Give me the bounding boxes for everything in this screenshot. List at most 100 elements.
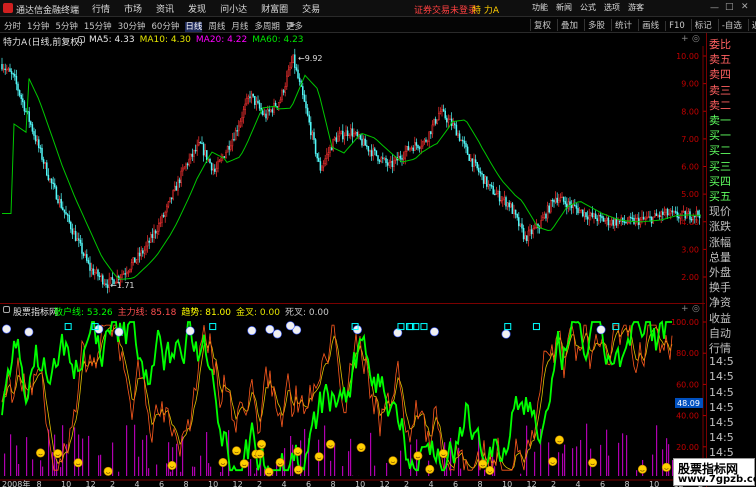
price-tick-label: 5.00	[681, 190, 699, 199]
candle-body	[97, 269, 99, 277]
smiley-icon	[185, 326, 195, 336]
candle-body	[554, 197, 557, 203]
smiley-icon	[661, 462, 671, 472]
indicator-bar	[148, 468, 150, 476]
candle-body	[526, 235, 528, 241]
candle-body	[614, 219, 616, 226]
candle-body	[70, 221, 72, 230]
candle-body	[366, 145, 368, 147]
candle-body	[622, 217, 624, 223]
ma60-line	[2, 74, 701, 280]
sidebar-label: 买一	[709, 129, 731, 143]
smiley-icon	[275, 457, 285, 467]
candle-body	[319, 161, 322, 171]
candle-body	[374, 148, 376, 151]
kline-chart[interactable]: 10.009.008.007.006.005.004.003.002.00←9.…	[0, 0, 756, 487]
candle-body	[692, 216, 694, 220]
candle-body	[463, 140, 466, 144]
smiley-icon	[596, 325, 606, 335]
candle-body	[569, 201, 571, 206]
candle-body	[487, 184, 490, 187]
candle-body	[90, 268, 93, 271]
candle-body	[370, 150, 373, 157]
indicator-bar	[126, 425, 128, 476]
candle-body	[690, 219, 693, 221]
candle-body	[454, 123, 456, 126]
candle-body	[410, 147, 413, 149]
candle-body	[254, 95, 256, 105]
candle-body	[609, 223, 611, 226]
sidebar-label: 自动	[709, 326, 731, 340]
candle-body	[676, 211, 678, 218]
candle-body	[364, 138, 366, 146]
candle-body	[503, 197, 506, 200]
smiley-icon	[272, 329, 282, 339]
indicator-bar	[206, 432, 208, 476]
candle-body	[177, 179, 179, 191]
candle-body	[106, 284, 109, 288]
signal-box-icon	[532, 323, 540, 331]
candle-body	[242, 109, 245, 118]
candle-body	[540, 220, 542, 228]
candle-body	[10, 71, 13, 74]
indicator-bar	[626, 435, 628, 476]
candle-body	[506, 202, 509, 207]
indicator-bar	[146, 435, 148, 476]
candle-body	[132, 257, 134, 264]
candle-body	[316, 153, 318, 159]
x-axis-label: 4	[135, 480, 140, 487]
candle-body	[82, 253, 85, 256]
candle-body	[686, 213, 688, 219]
smiley-icon	[36, 448, 46, 458]
candle-body	[60, 198, 62, 208]
candle-body	[4, 68, 6, 70]
candle-body	[231, 139, 234, 147]
candle-body	[250, 93, 253, 99]
indicator-series	[1, 320, 674, 477]
candle-body	[164, 211, 166, 217]
candle-body	[306, 107, 309, 116]
indicator-bar	[458, 447, 460, 476]
candle-body	[508, 202, 510, 208]
smiley-icon	[103, 466, 113, 476]
candle-body	[121, 274, 123, 278]
indicator-bar	[200, 455, 202, 476]
candle-body	[143, 249, 146, 254]
candle-body	[57, 198, 59, 204]
candle-body	[314, 139, 317, 154]
indicator-bar	[220, 472, 222, 476]
candle-body	[134, 257, 136, 263]
candle-body	[130, 262, 133, 270]
candle-body	[215, 167, 218, 172]
sidebar-label: 14:5	[709, 370, 734, 384]
price-tick-label: 10.00	[676, 52, 699, 61]
candle-body	[305, 101, 307, 109]
candle-body	[484, 176, 486, 184]
x-axis-label: 10	[355, 480, 365, 487]
candle-body	[516, 214, 518, 218]
candle-body	[247, 96, 250, 99]
candle-body	[354, 131, 357, 134]
candle-body	[434, 118, 437, 124]
candle-body	[644, 218, 646, 220]
candle-body	[239, 120, 242, 127]
candle-body	[262, 110, 264, 115]
candle-body	[178, 179, 181, 184]
candle-body	[76, 238, 78, 241]
candle-body	[230, 145, 232, 150]
candle-body	[518, 217, 520, 227]
candle-body	[391, 160, 394, 167]
candle-body	[494, 193, 496, 196]
price-tick-label: 9.00	[681, 80, 699, 89]
candle-body	[529, 229, 531, 232]
candle-body	[89, 262, 91, 271]
candle-body	[290, 62, 293, 68]
x-axis-label: 10	[502, 480, 512, 487]
indicator-bar	[142, 439, 144, 476]
indicator-bar	[534, 451, 536, 476]
candle-body	[292, 54, 294, 63]
candle-body	[78, 238, 80, 241]
candle-body	[263, 113, 266, 115]
candle-body	[151, 234, 154, 238]
candle-body	[436, 119, 438, 124]
